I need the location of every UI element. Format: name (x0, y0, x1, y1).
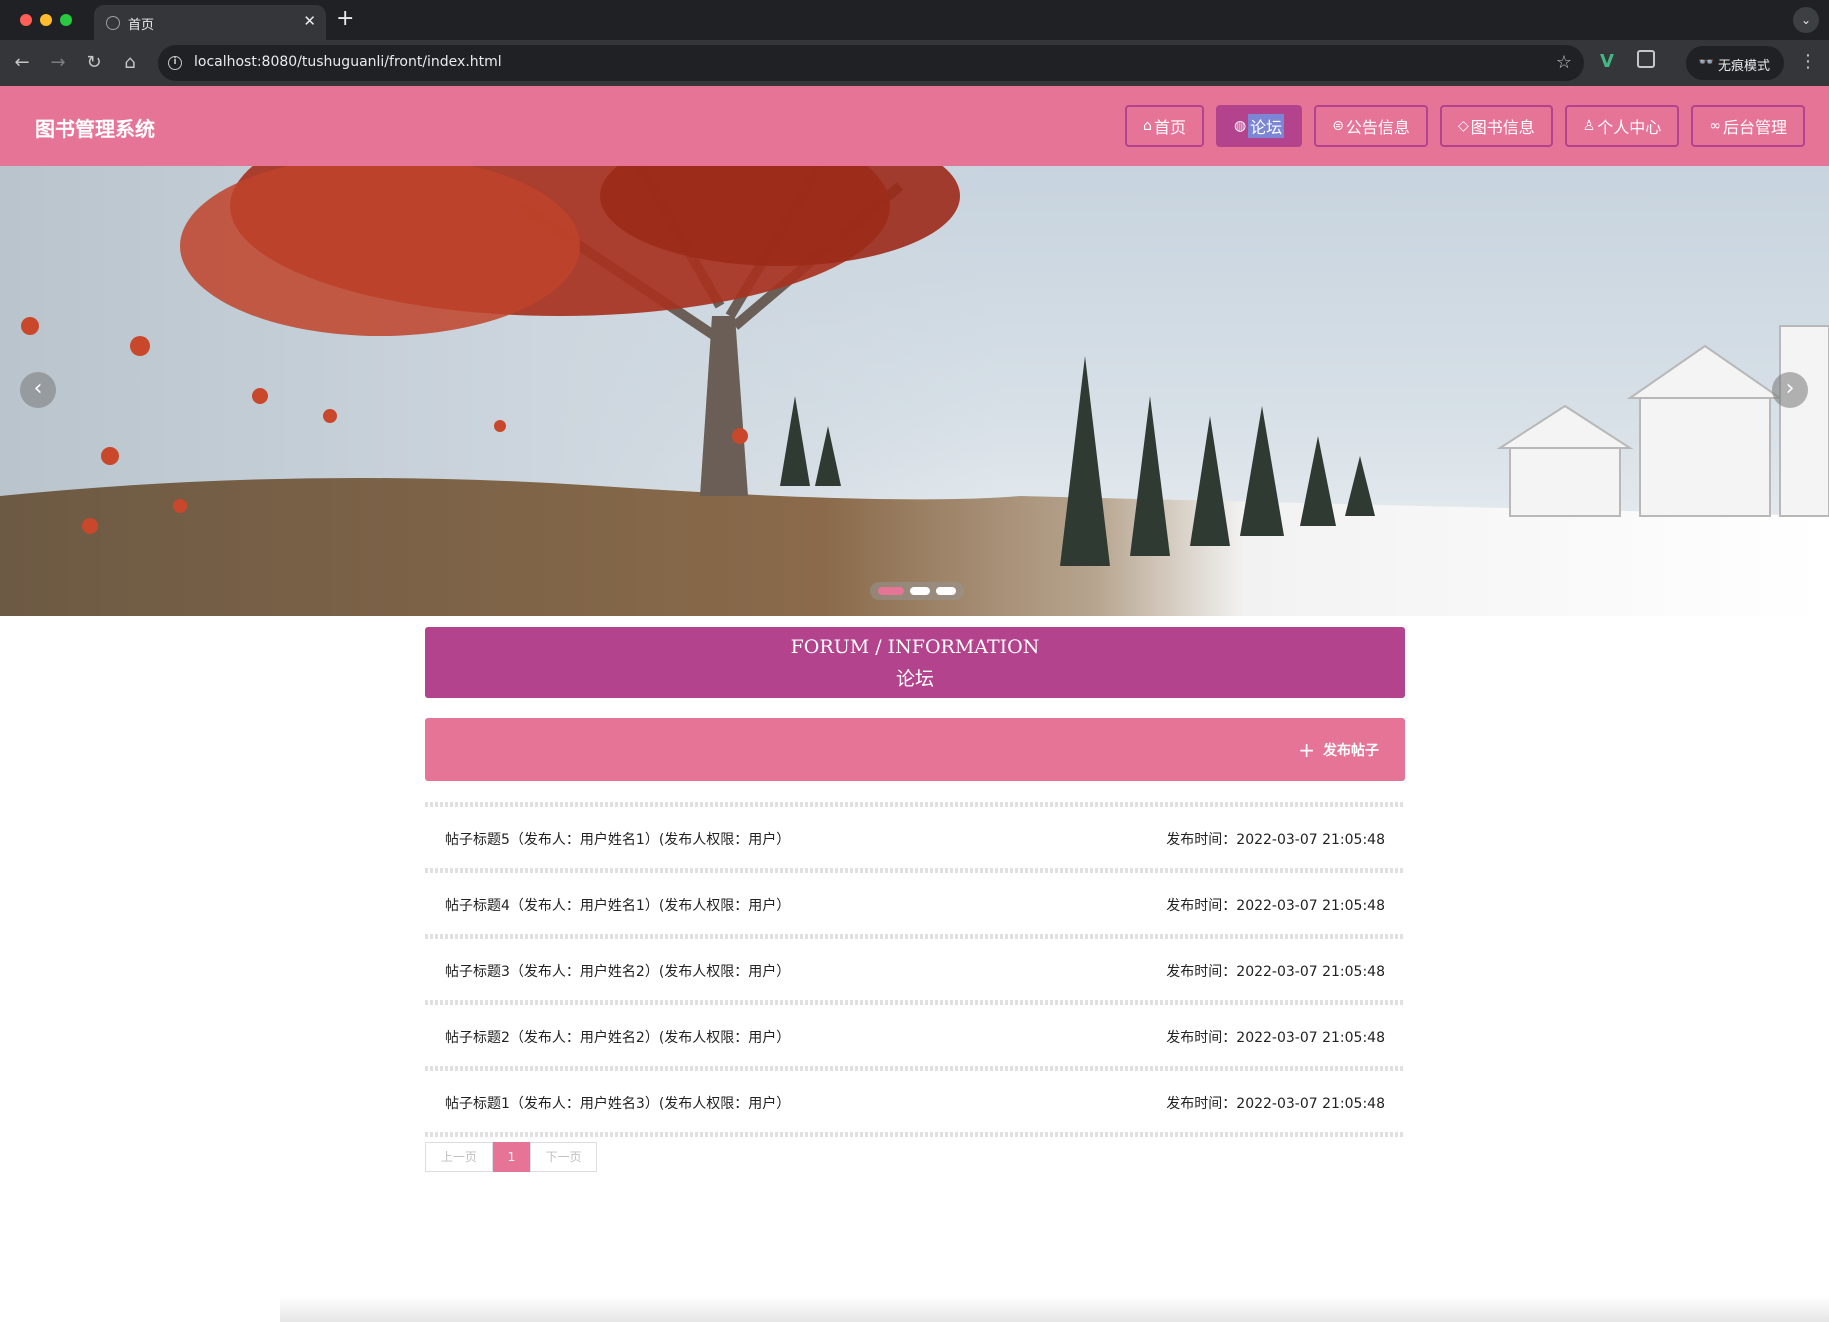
close-icon[interactable]: ✕ (303, 12, 316, 30)
pagination: 上一页 1 下一页 (425, 1142, 597, 1172)
new-post-label: 发布帖子 (1323, 743, 1379, 759)
incognito-icon: 👓 (1698, 55, 1715, 70)
nav-forum[interactable]: ◍ 论坛 (1215, 105, 1303, 147)
nav-home[interactable]: ⌂ 首页 (1125, 105, 1204, 147)
home-icon: ⌂ (1143, 118, 1152, 134)
section-heading: FORUM / INFORMATION 论坛 (425, 627, 1405, 698)
home-button[interactable]: ⌂ (118, 51, 142, 75)
list-item[interactable]: 帖子标题2（发布人：用户姓名2）(发布人权限：用户） 发布时间：2022-03-… (425, 1005, 1405, 1066)
prev-page-button[interactable]: 上一页 (425, 1142, 493, 1172)
new-tab-button[interactable]: + (336, 6, 354, 31)
url-text[interactable]: localhost:8080/tushuguanli/front/index.h… (194, 54, 502, 70)
nav-home-label: 首页 (1153, 118, 1186, 137)
reload-button[interactable]: ↻ (82, 51, 106, 75)
incognito-badge[interactable]: 👓 无痕模式 (1686, 46, 1784, 80)
nav-announcements[interactable]: ⊜ 公告信息 (1314, 105, 1428, 147)
post-title[interactable]: 帖子标题5（发布人：用户姓名1）(发布人权限：用户） (445, 829, 790, 849)
window-controls (20, 14, 72, 26)
list-item[interactable]: 帖子标题3（发布人：用户姓名2）(发布人权限：用户） 发布时间：2022-03-… (425, 939, 1405, 1000)
globe-icon (106, 16, 120, 30)
tab-search-button[interactable]: ⌄ (1793, 7, 1819, 33)
site-header: 图书管理系统 ⌂ 首页 ◍ 论坛 ⊜ 公告信息 ◇ 图书信息 ♙ 个人中心 ∞ … (0, 86, 1829, 166)
carousel-dot[interactable] (910, 587, 930, 595)
post-title[interactable]: 帖子标题3（发布人：用户姓名2）(发布人权限：用户） (445, 961, 790, 981)
vue-devtools-icon[interactable]: V (1600, 51, 1614, 72)
nav-admin-label: 后台管理 (1722, 118, 1787, 137)
carousel-prev-button[interactable]: ‹ (20, 372, 56, 408)
current-page-button[interactable]: 1 (493, 1142, 530, 1172)
announcement-icon: ⊜ (1332, 118, 1344, 134)
forum-action-bar: + 发布帖子 (425, 718, 1405, 781)
post-list: 帖子标题5（发布人：用户姓名1）(发布人权限：用户） 发布时间：2022-03-… (425, 802, 1405, 1137)
nav-books[interactable]: ◇ 图书信息 (1439, 105, 1553, 147)
post-time: 发布时间：2022-03-07 21:05:48 (1166, 832, 1385, 848)
list-item[interactable]: 帖子标题5（发布人：用户姓名1）(发布人权限：用户） 发布时间：2022-03-… (425, 807, 1405, 868)
globe-icon: ◍ (1233, 118, 1247, 134)
nav-profile-label: 个人中心 (1597, 118, 1662, 137)
browser-tab[interactable]: 首页 ✕ (94, 5, 326, 40)
plus-icon: + (1298, 738, 1315, 762)
page-bottom-shadow (280, 1296, 1829, 1322)
zoom-window-button[interactable] (60, 14, 72, 26)
extensions-icon[interactable] (1637, 50, 1655, 68)
post-title[interactable]: 帖子标题2（发布人：用户姓名2）(发布人权限：用户） (445, 1027, 790, 1047)
nav-announcements-label: 公告信息 (1345, 118, 1410, 137)
post-title[interactable]: 帖子标题4（发布人：用户姓名1）(发布人权限：用户） (445, 895, 790, 915)
incognito-label: 无痕模式 (1718, 59, 1771, 74)
browser-menu-icon[interactable]: ⋮ (1799, 51, 1817, 72)
banner-image (0, 166, 1829, 616)
user-icon: ♙ (1582, 118, 1596, 134)
post-time: 发布时间：2022-03-07 21:05:48 (1166, 1030, 1385, 1046)
tag-icon: ◇ (1457, 118, 1469, 134)
next-page-button[interactable]: 下一页 (530, 1142, 597, 1172)
nav-profile[interactable]: ♙ 个人中心 (1564, 105, 1680, 147)
site-title: 图书管理系统 (35, 117, 155, 141)
nav-books-label: 图书信息 (1470, 118, 1535, 137)
minimize-window-button[interactable] (40, 14, 52, 26)
tab-title: 首页 (128, 18, 155, 33)
nav-forum-label: 论坛 (1248, 114, 1285, 138)
banner-carousel[interactable]: ‹ › (0, 166, 1829, 616)
bookmark-star-icon[interactable]: ☆ (1556, 52, 1572, 73)
browser-toolbar: ← → ↻ ⌂ i localhost:8080/tushuguanli/fro… (0, 40, 1829, 86)
forward-button[interactable]: → (46, 51, 70, 75)
carousel-next-button[interactable]: › (1772, 372, 1808, 408)
list-item[interactable]: 帖子标题1（发布人：用户姓名3）(发布人权限：用户） 发布时间：2022-03-… (425, 1071, 1405, 1132)
address-bar[interactable]: i localhost:8080/tushuguanli/front/index… (158, 45, 1584, 81)
carousel-dot[interactable] (936, 587, 956, 595)
nav-admin[interactable]: ∞ 后台管理 (1691, 105, 1805, 147)
link-icon: ∞ (1709, 118, 1721, 134)
carousel-indicators (870, 582, 964, 600)
close-window-button[interactable] (20, 14, 32, 26)
post-time: 发布时间：2022-03-07 21:05:48 (1166, 964, 1385, 980)
row-divider (425, 1132, 1405, 1137)
main-nav: ⌂ 首页 ◍ 论坛 ⊜ 公告信息 ◇ 图书信息 ♙ 个人中心 ∞ 后台管理 (1125, 105, 1805, 147)
post-time: 发布时间：2022-03-07 21:05:48 (1166, 898, 1385, 914)
info-icon[interactable]: i (168, 56, 182, 70)
section-heading-en: FORUM / INFORMATION (790, 636, 1040, 658)
list-item[interactable]: 帖子标题4（发布人：用户姓名1）(发布人权限：用户） 发布时间：2022-03-… (425, 873, 1405, 934)
post-time: 发布时间：2022-03-07 21:05:48 (1166, 1096, 1385, 1112)
back-button[interactable]: ← (10, 51, 34, 75)
carousel-dot[interactable] (878, 587, 904, 595)
browser-tabstrip: 首页 ✕ + ⌄ (0, 0, 1829, 40)
post-title[interactable]: 帖子标题1（发布人：用户姓名3）(发布人权限：用户） (445, 1093, 790, 1113)
new-post-button[interactable]: + 发布帖子 (1298, 740, 1379, 760)
section-heading-cn: 论坛 (895, 668, 934, 690)
